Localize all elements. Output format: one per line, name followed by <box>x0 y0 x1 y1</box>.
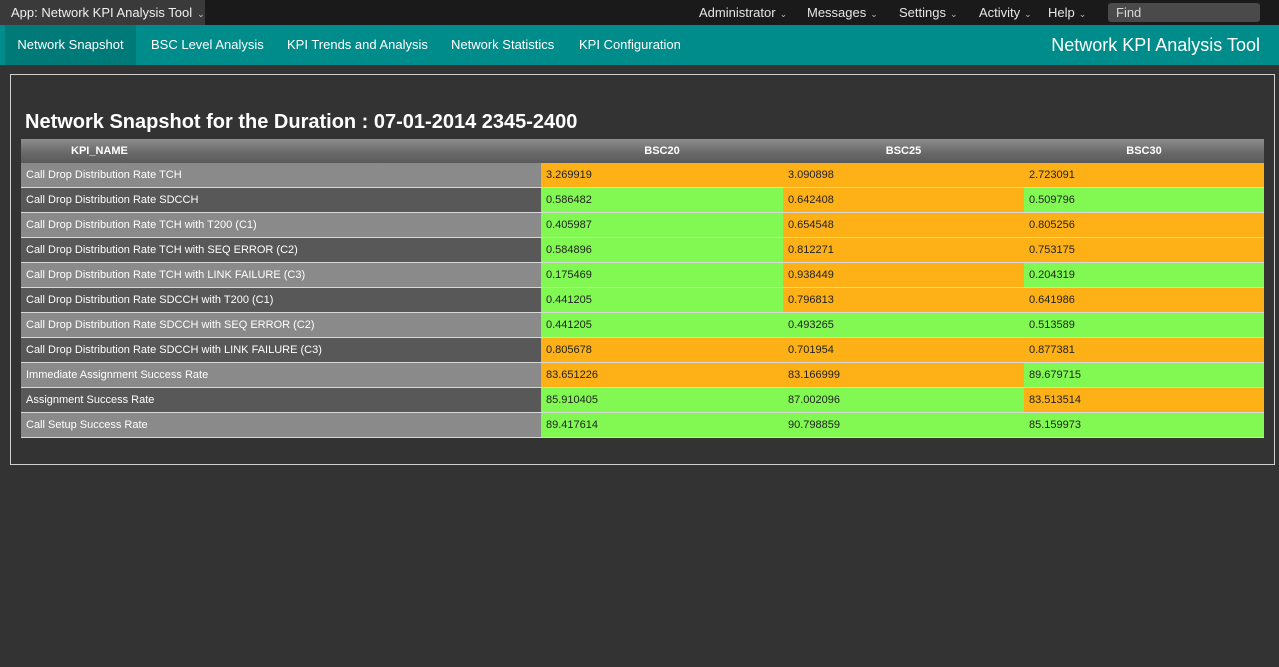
tab-kpi-configuration[interactable]: KPI Configuration <box>579 25 681 65</box>
snapshot-panel: Network Snapshot for the Duration : 07-0… <box>10 74 1275 465</box>
main-nav: Network Snapshot BSC Level Analysis KPI … <box>0 25 1279 65</box>
kpi-name-cell: Immediate Assignment Success Rate <box>21 363 541 387</box>
table-row[interactable]: Call Drop Distribution Rate SDCCH 0.58648… <box>21 188 1264 213</box>
kpi-value-cell-bsc30: 0.805256 <box>1024 213 1264 237</box>
table-row[interactable]: Immediate Assignment Success Rate 83.6512… <box>21 363 1264 388</box>
kpi-value-cell-bsc25: 0.938449 <box>783 263 1024 287</box>
administrator-menu-label: Administrator <box>699 5 776 20</box>
messages-menu-label: Messages <box>807 5 867 20</box>
kpi-value-cell-bsc30: 0.509796 <box>1024 188 1264 212</box>
kpi-value-cell-bsc20: 0.175469 <box>541 263 783 287</box>
kpi-value-cell-bsc20: 0.586482 <box>541 188 783 212</box>
kpi-value-cell-bsc30: 0.641986 <box>1024 288 1264 312</box>
table-row[interactable]: Call Drop Distribution Rate TCH 3.269919 3… <box>21 163 1264 188</box>
chevron-down-icon: ⌄ <box>870 9 878 19</box>
kpi-value-cell-bsc20: 85.910405 <box>541 388 783 412</box>
app-picker-label: App: Network KPI Analysis Tool <box>11 5 193 20</box>
activity-menu[interactable]: Activity ⌄ <box>979 0 1032 25</box>
kpi-value-cell-bsc30: 0.753175 <box>1024 238 1264 262</box>
table-row[interactable]: Call Drop Distribution Rate TCH with SEQ… <box>21 238 1264 263</box>
kpi-value-cell-bsc25: 0.812271 <box>783 238 1024 262</box>
chevron-down-icon: ⌄ <box>1024 9 1032 19</box>
table-row[interactable]: Call Drop Distribution Rate TCH with LIN… <box>21 263 1264 288</box>
table-row[interactable]: Call Drop Distribution Rate SDCCH with S… <box>21 313 1264 338</box>
kpi-name-cell: Call Drop Distribution Rate SDCCH with L… <box>21 338 541 362</box>
kpi-value-cell-bsc20: 89.417614 <box>541 413 783 437</box>
kpi-value-cell-bsc20: 0.441205 <box>541 313 783 337</box>
column-header-bsc20[interactable]: BSC20 <box>541 139 783 163</box>
help-menu-label: Help <box>1048 5 1075 20</box>
kpi-table: KPI_NAME BSC20 BSC25 BSC30 Call Drop Dis… <box>21 139 1264 438</box>
table-body: Call Drop Distribution Rate TCH 3.269919 3… <box>21 163 1264 438</box>
administrator-menu[interactable]: Administrator ⌄ <box>699 0 787 25</box>
kpi-name-cell: Call Drop Distribution Rate TCH with LIN… <box>21 263 541 287</box>
kpi-value-cell-bsc30: 2.723091 <box>1024 163 1264 187</box>
kpi-value-cell-bsc30: 83.513514 <box>1024 388 1264 412</box>
settings-menu-label: Settings <box>899 5 946 20</box>
kpi-value-cell-bsc20: 0.441205 <box>541 288 783 312</box>
kpi-value-cell-bsc25: 87.002096 <box>783 388 1024 412</box>
tab-bsc-level-analysis[interactable]: BSC Level Analysis <box>151 25 264 65</box>
kpi-name-cell: Assignment Success Rate <box>21 388 541 412</box>
tab-kpi-trends-and-analysis[interactable]: KPI Trends and Analysis <box>287 25 428 65</box>
table-row[interactable]: Call Drop Distribution Rate SDCCH with L… <box>21 338 1264 363</box>
settings-menu[interactable]: Settings ⌄ <box>899 0 958 25</box>
column-header-bsc30[interactable]: BSC30 <box>1024 139 1264 163</box>
app-picker-dropdown[interactable]: App: Network KPI Analysis Tool ⌄ <box>0 0 205 25</box>
top-bar: App: Network KPI Analysis Tool ⌄ Administ… <box>0 0 1279 26</box>
table-row[interactable]: Call Setup Success Rate 89.417614 90.79885… <box>21 413 1264 438</box>
help-menu[interactable]: Help ⌄ <box>1048 0 1086 25</box>
chevron-down-icon: ⌄ <box>949 9 958 19</box>
kpi-value-cell-bsc25: 90.798859 <box>783 413 1024 437</box>
kpi-value-cell-bsc30: 85.159973 <box>1024 413 1264 437</box>
find-input[interactable] <box>1108 3 1260 22</box>
messages-menu[interactable]: Messages ⌄ <box>807 0 878 25</box>
tab-network-statistics[interactable]: Network Statistics <box>451 25 554 65</box>
kpi-value-cell-bsc30: 89.679715 <box>1024 363 1264 387</box>
kpi-value-cell-bsc20: 0.405987 <box>541 213 783 237</box>
kpi-name-cell: Call Drop Distribution Rate SDCCH with S… <box>21 313 541 337</box>
chevron-down-icon: ⌄ <box>1078 9 1087 19</box>
kpi-name-cell: Call Setup Success Rate <box>21 413 541 437</box>
table-header: KPI_NAME BSC20 BSC25 BSC30 <box>21 139 1264 163</box>
kpi-value-cell-bsc25: 83.166999 <box>783 363 1024 387</box>
kpi-value-cell-bsc25: 3.090898 <box>783 163 1024 187</box>
kpi-value-cell-bsc25: 0.493265 <box>783 313 1024 337</box>
tab-network-snapshot[interactable]: Network Snapshot <box>5 25 136 65</box>
kpi-value-cell-bsc20: 83.651226 <box>541 363 783 387</box>
activity-menu-label: Activity <box>979 5 1021 20</box>
kpi-value-cell-bsc30: 0.513589 <box>1024 313 1264 337</box>
chevron-down-icon: ⌄ <box>197 9 205 19</box>
kpi-value-cell-bsc30: 0.204319 <box>1024 263 1264 287</box>
page-title: Network Snapshot for the Duration : 07-0… <box>25 111 578 133</box>
kpi-name-cell: Call Drop Distribution Rate TCH with T20… <box>21 213 541 237</box>
kpi-value-cell-bsc25: 0.701954 <box>783 338 1024 362</box>
kpi-name-cell: Call Drop Distribution Rate SDCCH <box>21 188 541 212</box>
chevron-down-icon: ⌄ <box>779 9 788 19</box>
kpi-name-cell: Call Drop Distribution Rate TCH with SEQ… <box>21 238 541 262</box>
kpi-name-cell: Call Drop Distribution Rate SDCCH with T… <box>21 288 541 312</box>
table-row[interactable]: Call Drop Distribution Rate SDCCH with T… <box>21 288 1264 313</box>
kpi-value-cell-bsc20: 0.805678 <box>541 338 783 362</box>
column-header-kpi-name[interactable]: KPI_NAME <box>71 139 128 163</box>
kpi-value-cell-bsc20: 3.269919 <box>541 163 783 187</box>
kpi-name-cell: Call Drop Distribution Rate TCH <box>21 163 541 187</box>
kpi-value-cell-bsc25: 0.654548 <box>783 213 1024 237</box>
kpi-value-cell-bsc20: 0.584896 <box>541 238 783 262</box>
kpi-value-cell-bsc25: 0.796813 <box>783 288 1024 312</box>
app-title: Network KPI Analysis Tool <box>1051 35 1260 55</box>
kpi-value-cell-bsc30: 0.877381 <box>1024 338 1264 362</box>
table-row[interactable]: Assignment Success Rate 85.910405 87.00209… <box>21 388 1264 413</box>
table-row[interactable]: Call Drop Distribution Rate TCH with T20… <box>21 213 1264 238</box>
column-header-bsc25[interactable]: BSC25 <box>783 139 1024 163</box>
kpi-value-cell-bsc25: 0.642408 <box>783 188 1024 212</box>
